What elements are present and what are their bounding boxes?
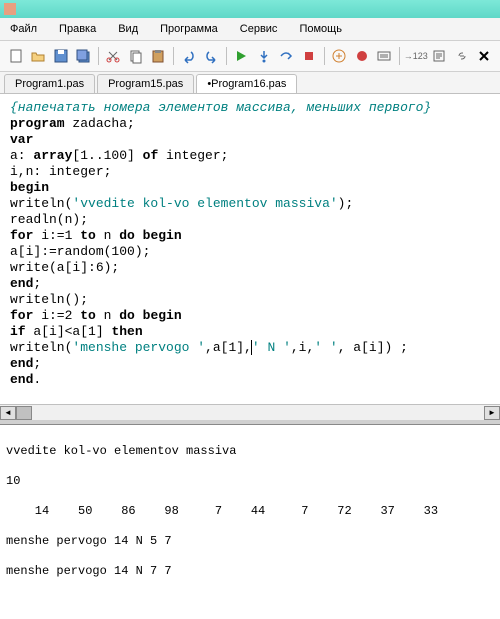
horizontal-scrollbar[interactable]: ◄ ► [0,404,500,420]
add-button[interactable] [329,45,348,67]
code-text: ; [33,276,41,291]
tab-program1[interactable]: Program1.pas [4,74,95,93]
code-text: writeln( [10,196,72,211]
scroll-thumb[interactable] [16,406,32,420]
close-button[interactable] [475,45,494,67]
code-text: zadacha; [65,116,135,131]
menubar: Файл Правка Вид Программа Сервис Помощь [0,18,500,41]
compile-button[interactable] [430,45,449,67]
code-text: i:=2 [33,308,80,323]
kw: var [10,132,33,147]
kw: do begin [119,308,181,323]
code-text: a[i]<a[1] [26,324,112,339]
code-text: [1..100] [72,148,142,163]
titlebar [0,0,500,18]
toolbar: →123 [0,41,500,72]
run-button[interactable] [232,45,251,67]
str: 'vvedite kol-vo elementov massiva' [72,196,337,211]
link-button[interactable] [452,45,471,67]
output-line: vvedite kol-vo elementov massiva [6,444,494,459]
separator [98,47,99,65]
new-button[interactable] [6,45,25,67]
code-comment: {напечатать номера элементов массива, ме… [10,100,431,115]
code-line: a[i]:=random(100); [10,244,490,260]
code-text: . [33,372,41,387]
step-into-button[interactable] [254,45,273,67]
kw: if [10,324,26,339]
kw: to [80,308,96,323]
kw: of [143,148,159,163]
str: ' ' [314,340,337,355]
code-text: , a[i]) ; [338,340,408,355]
kw: end [10,276,33,291]
menu-file[interactable]: Файл [6,21,41,37]
separator [226,47,227,65]
kw: for [10,228,33,243]
code-line: i,n: integer; [10,164,490,180]
cut-button[interactable] [104,45,123,67]
output-panel[interactable]: vvedite kol-vo elementov massiva 10 14 5… [0,424,500,604]
kw: array [33,148,72,163]
code-editor[interactable]: {напечатать номера элементов массива, ме… [0,94,500,404]
kw: for [10,308,33,323]
output-line: menshe pervogo 14 N 5 7 [6,534,494,549]
copy-button[interactable] [126,45,145,67]
output-line: 14 50 86 98 7 44 7 72 37 33 [6,504,494,519]
str: ' N ' [252,340,291,355]
kw: end [10,356,33,371]
breakpoint-button[interactable] [352,45,371,67]
app-icon [4,3,16,15]
separator [173,47,174,65]
code-text: integer; [158,148,228,163]
code-text: n [96,228,119,243]
code-text: ,a[1], [205,340,252,355]
kw: do begin [119,228,181,243]
save-all-button[interactable] [73,45,92,67]
code-line: writeln(); [10,292,490,308]
tab-bar: Program1.pas Program15.pas •Program16.pa… [0,72,500,94]
kw: begin [10,180,49,195]
scroll-left-arrow[interactable]: ◄ [0,406,16,420]
code-text: n [96,308,119,323]
code-line: write(a[i]:6); [10,260,490,276]
goto-icon: →123 [404,51,428,61]
save-button[interactable] [51,45,70,67]
watch-button[interactable] [374,45,393,67]
paste-button[interactable] [149,45,168,67]
output-line: 10 [6,474,494,489]
step-over-button[interactable] [277,45,296,67]
undo-button[interactable] [179,45,198,67]
code-text: writeln( [10,340,72,355]
kw: to [80,228,96,243]
open-button[interactable] [28,45,47,67]
separator [324,47,325,65]
redo-button[interactable] [201,45,220,67]
menu-edit[interactable]: Правка [55,21,100,37]
output-line: menshe pervogo 14 N 7 7 [6,564,494,579]
tab-program16[interactable]: •Program16.pas [196,74,297,93]
tab-program15[interactable]: Program15.pas [97,74,194,93]
separator [399,47,400,65]
goto-button[interactable]: →123 [405,45,427,67]
kw: then [111,324,142,339]
code-text: ,i, [291,340,314,355]
code-line: readln(n); [10,212,490,228]
kw: program [10,116,65,131]
menu-help[interactable]: Помощь [295,21,346,37]
menu-program[interactable]: Программа [156,21,222,37]
scroll-right-arrow[interactable]: ► [484,406,500,420]
code-text: a: [10,148,33,163]
menu-service[interactable]: Сервис [236,21,282,37]
menu-view[interactable]: Вид [114,21,142,37]
code-text: i:=1 [33,228,80,243]
stop-button[interactable] [299,45,318,67]
kw: end [10,372,33,387]
str: 'menshe pervogo ' [72,340,205,355]
code-text: ); [338,196,354,211]
code-text: ; [33,356,41,371]
